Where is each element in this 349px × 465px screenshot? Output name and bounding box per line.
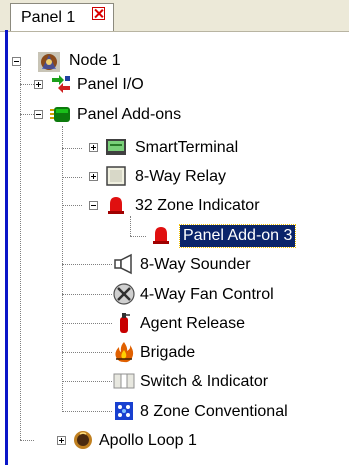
tree-label: Switch & Indicator [140, 373, 269, 390]
zone-indicator-icon [108, 197, 124, 214]
io-arrows-icon [52, 75, 70, 93]
tree-label: Agent Release [140, 315, 245, 332]
fan-icon [113, 283, 135, 305]
expand-apollo-loop-1[interactable] [57, 436, 66, 445]
tree-label: Brigade [140, 344, 196, 361]
device-tree: Node 1 Panel I/O Panel Add-ons SmartTerm… [0, 0, 349, 465]
terminal-icon [106, 139, 126, 155]
collapse-node-1[interactable] [12, 57, 21, 66]
conventional-zone-icon [115, 402, 133, 420]
tree-label: Panel I/O [77, 76, 144, 93]
expand-panel-io[interactable] [34, 80, 43, 89]
tree-label: 4-Way Fan Control [140, 286, 274, 303]
collapse-panel-addons[interactable] [34, 110, 43, 119]
loop-icon [74, 431, 92, 449]
collapse-32-zone-indicator[interactable] [89, 201, 98, 210]
tree-label-selected: Panel Add-on 3 [178, 224, 297, 248]
switch-icon [113, 373, 135, 389]
expand-8-way-relay[interactable] [89, 172, 98, 181]
tree-label: Panel Add-ons [77, 106, 182, 123]
tree-label: Node 1 [69, 52, 121, 69]
sounder-icon [114, 253, 132, 275]
tree-label: 8 Zone Conventional [140, 403, 288, 420]
tree-label: 8-Way Relay [135, 168, 226, 185]
tree-label: 32 Zone Indicator [135, 197, 260, 214]
fire-icon [115, 342, 134, 363]
bell-icon [153, 227, 169, 244]
node-icon [38, 52, 60, 72]
tree-label: 8-Way Sounder [140, 256, 251, 273]
tree-panel: Panel 1 Node 1 Panel I/O Panel Add-ons S… [0, 0, 349, 465]
extinguisher-icon [120, 313, 130, 333]
tree-label: Apollo Loop 1 [99, 432, 197, 449]
tree-label: SmartTerminal [135, 139, 239, 156]
expand-smartterminal[interactable] [89, 143, 98, 152]
relay-icon [106, 166, 126, 186]
addon-board-icon [50, 107, 70, 122]
